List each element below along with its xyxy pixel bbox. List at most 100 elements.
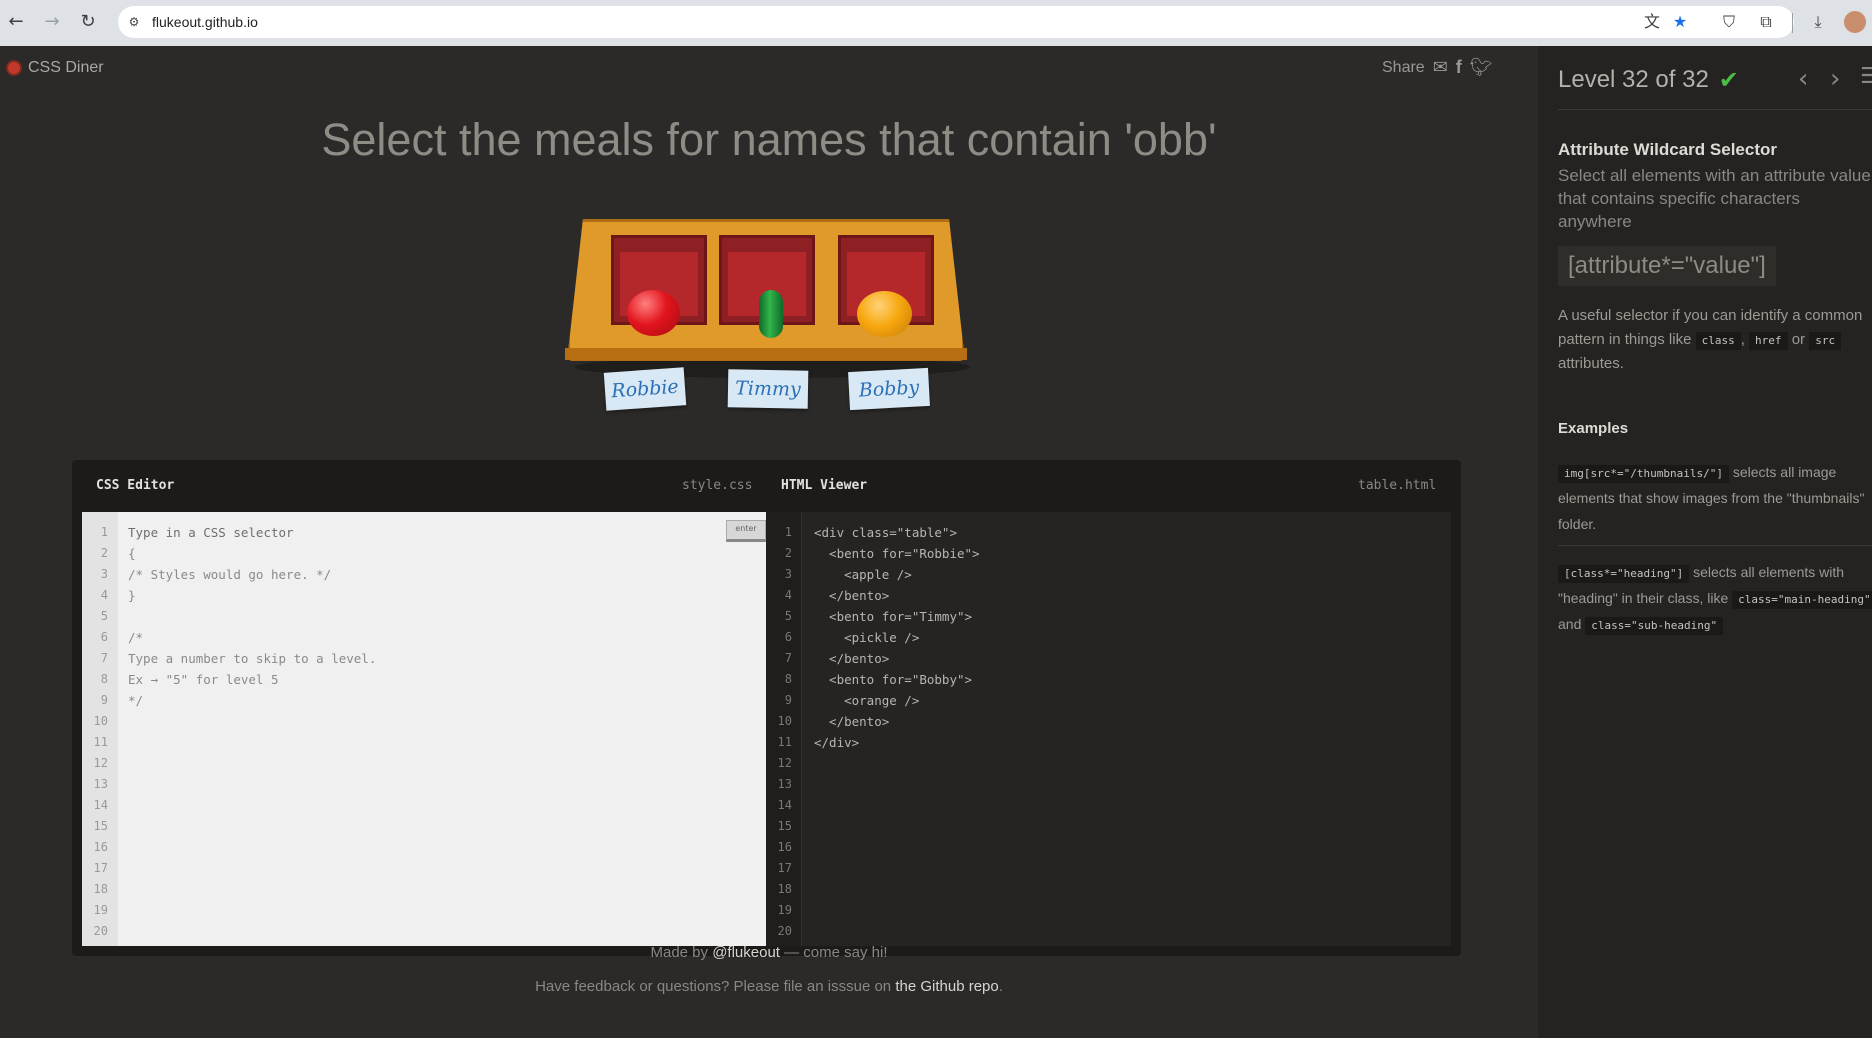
hint-tag: class [1695, 332, 1741, 350]
line-number: 11 [777, 735, 792, 749]
html-code-line[interactable]: <bento for="Bobby"> [814, 669, 972, 690]
line-number: 8 [100, 672, 108, 686]
example-code: class="main-heading" [1732, 591, 1872, 609]
html-code-line[interactable]: </bento> [814, 648, 889, 669]
line-number: 10 [777, 714, 792, 728]
html-code-line[interactable]: <orange /> [814, 690, 919, 711]
line-number: 16 [777, 840, 792, 854]
feedback-suffix: . [998, 978, 1003, 995]
example-code: class="sub-heading" [1585, 617, 1724, 635]
back-icon[interactable]: ← [5, 9, 27, 35]
footer-credit: Made by @flukeout — come say hi! [0, 944, 1538, 961]
line-number: 7 [100, 651, 108, 665]
browser-toolbar: ← → ↻ ⚙ flukeout.github.io 文 ★ ⛉ ⧉ ⤓ [0, 0, 1872, 46]
css-code-line: Type a number to skip to a level. [128, 651, 377, 666]
code-editor: CSS Editor style.css HTML Viewer table.h… [72, 460, 1461, 956]
css-editor-pane[interactable]: 1 2 3 4 5 6 7 8 9 10 11 12 13 14 15 16 17 18 19 20 Type in … [82, 512, 766, 946]
examples-divider [1558, 545, 1872, 546]
line-number: 3 [784, 567, 792, 581]
previous-level-icon[interactable]: ‹ [1798, 64, 1808, 94]
html-code-line[interactable]: </div> [814, 732, 859, 753]
logo[interactable]: CSS Diner [6, 59, 104, 77]
line-number: 17 [93, 861, 108, 875]
line-number: 20 [777, 924, 792, 938]
line-number: 10 [93, 714, 108, 728]
selector-description: Select all elements with an attribute va… [1558, 166, 1871, 231]
example-code: img[src*="/thumbnails/"] [1558, 465, 1729, 483]
css-code-line: */ [128, 693, 144, 708]
site-info-icon[interactable]: ⚙ [126, 14, 142, 30]
completed-check-icon: ✔ [1718, 66, 1739, 94]
level-menu-icon[interactable]: ☰ [1860, 64, 1872, 89]
address-bar[interactable]: ⚙ flukeout.github.io 文 ★ [118, 6, 1794, 38]
html-code-line[interactable]: <bento for="Timmy"> [814, 606, 972, 627]
github-repo-link[interactable]: the Github repo [895, 978, 998, 995]
toolbar-divider [1792, 13, 1793, 33]
hint-tag: href [1749, 332, 1788, 350]
css-line-numbers: 1 2 3 4 5 6 7 8 9 10 11 12 13 14 15 16 17 18 19 20 [82, 512, 118, 946]
next-level-icon[interactable]: › [1830, 64, 1840, 94]
bookmark-star-icon[interactable]: ★ [1670, 12, 1690, 32]
email-icon[interactable]: ✉ [1433, 57, 1448, 78]
html-code-line[interactable]: <apple /> [814, 564, 912, 585]
apple-item[interactable] [627, 290, 680, 336]
css-input[interactable]: Type in a CSS selector [128, 522, 294, 543]
hint-text: , [1740, 331, 1750, 348]
line-number: 7 [784, 651, 792, 665]
html-viewer-pane[interactable]: 1 2 3 4 5 6 7 8 9 10 11 12 13 14 15 16 17 18 19 20 <div cla… [766, 512, 1451, 946]
facebook-icon[interactable]: f [1456, 57, 1462, 78]
hint-text: or [1787, 331, 1810, 348]
css-code-line: /* Styles would go here. */ [128, 567, 332, 582]
css-code-line: Ex → "5" for level 5 [128, 672, 279, 687]
html-code-line[interactable]: <bento for="Robbie"> [814, 543, 980, 564]
enter-button[interactable]: enter [726, 520, 766, 542]
translate-icon[interactable]: 文 [1642, 12, 1662, 32]
share-label: Share [1382, 58, 1425, 76]
line-number: 12 [93, 756, 108, 770]
author-link[interactable]: @flukeout [712, 944, 780, 961]
url-text: flukeout.github.io [152, 14, 258, 30]
reload-icon[interactable]: ↻ [77, 9, 99, 35]
example-code: [class*="heading"] [1558, 565, 1690, 583]
line-number: 19 [93, 903, 108, 917]
twitter-icon[interactable]: 🐦︎ [1470, 57, 1493, 78]
extensions-icon[interactable]: ⧉ [1755, 10, 1777, 34]
html-code-line[interactable]: </bento> [814, 711, 889, 732]
shield-extension-icon[interactable]: ⛉ [1718, 10, 1740, 34]
example-1: img[src*="/thumbnails/"] selects all ima… [1558, 459, 1872, 537]
css-code-line: } [128, 588, 136, 603]
feedback-prefix: Have feedback or questions? Please file … [535, 978, 896, 995]
line-number: 6 [784, 630, 792, 644]
name-card-robbie: Robbie [603, 367, 687, 411]
line-number: 1 [100, 525, 108, 539]
line-number: 6 [100, 630, 108, 644]
level-instruction: Select the meals for names that contain … [321, 114, 1217, 165]
pickle-item[interactable] [759, 290, 783, 338]
profile-avatar[interactable] [1844, 11, 1866, 33]
examples-heading: Examples [1558, 420, 1629, 437]
table-edge [565, 348, 967, 360]
line-number: 18 [777, 882, 792, 896]
line-number: 5 [784, 609, 792, 623]
orange-item[interactable] [857, 291, 912, 337]
html-code-line[interactable]: <pickle /> [814, 627, 919, 648]
line-number: 9 [100, 693, 108, 707]
selector-hint: A useful selector if you can identify a … [1558, 304, 1872, 376]
css-code-line: /* [128, 630, 144, 645]
logo-icon [6, 60, 22, 76]
name-card-timmy: Timmy [727, 369, 809, 409]
credit-suffix: — come say hi! [779, 944, 888, 961]
line-number: 9 [784, 693, 792, 707]
selector-syntax: [attribute*="value"] [1558, 246, 1776, 286]
html-code-line[interactable]: </bento> [814, 585, 889, 606]
footer-feedback: Have feedback or questions? Please file … [0, 978, 1538, 995]
line-number: 3 [100, 567, 108, 581]
line-number: 11 [93, 735, 108, 749]
line-number: 14 [777, 798, 792, 812]
css-filename: style.css [682, 478, 753, 493]
css-editor-title: CSS Editor [96, 478, 175, 493]
html-code-line[interactable]: <div class="table"> [814, 522, 957, 543]
download-icon[interactable]: ⤓ [1807, 10, 1829, 34]
forward-icon[interactable]: → [41, 9, 63, 35]
credit-prefix: Made by [650, 944, 713, 961]
